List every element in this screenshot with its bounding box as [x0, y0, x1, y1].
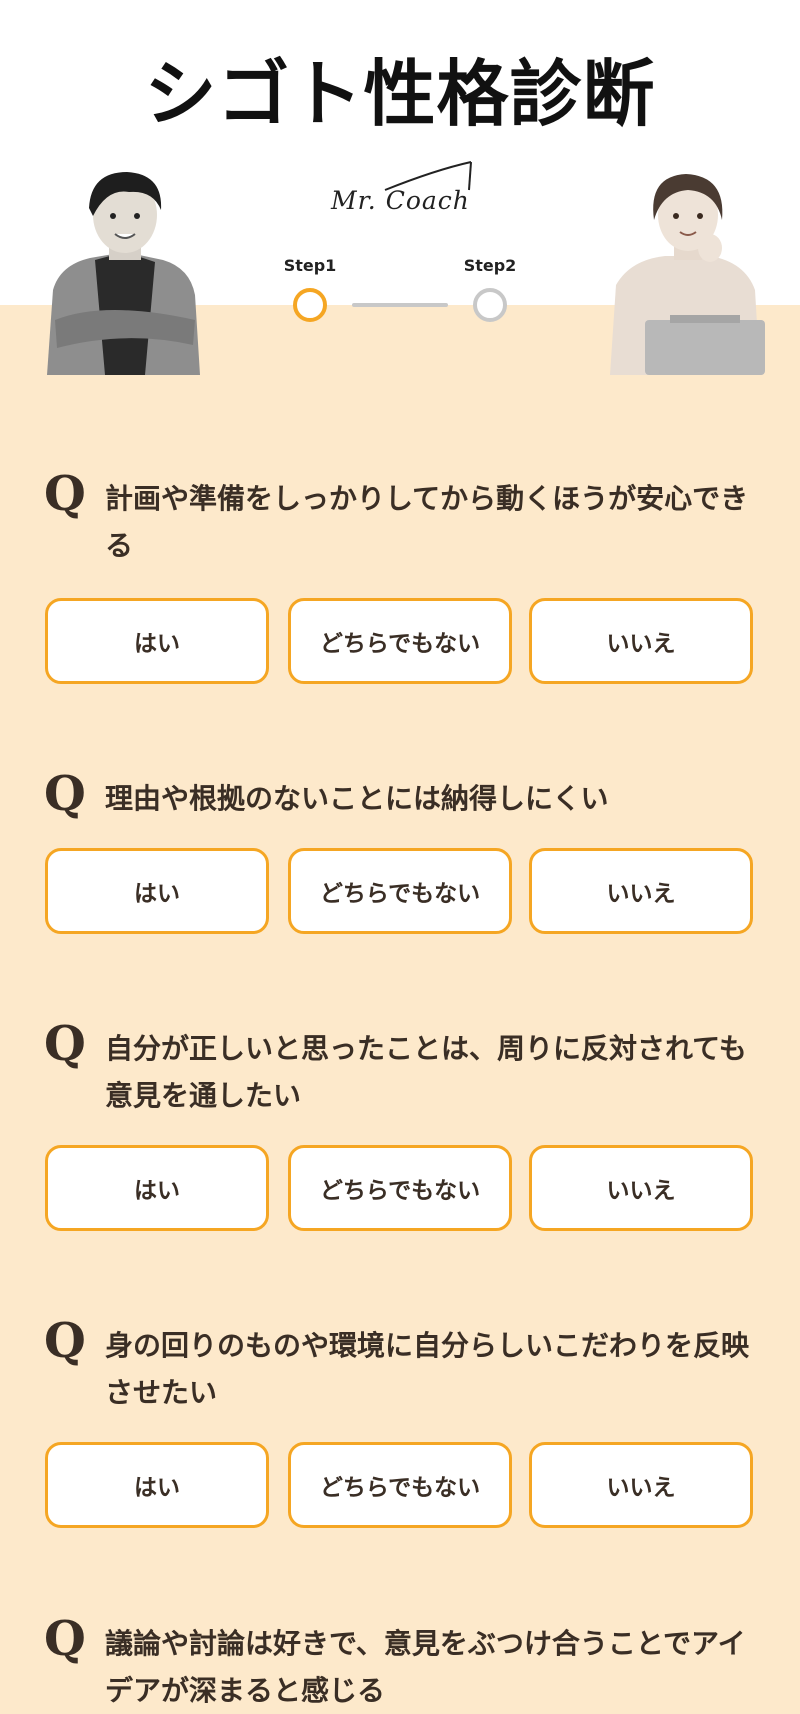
step-2-label: Step2 [463, 256, 517, 275]
answer-no-button[interactable]: いいえ [529, 598, 753, 684]
answer-yes-button[interactable]: はい [45, 1145, 269, 1231]
step-1-indicator [293, 288, 327, 322]
answer-yes-button[interactable]: はい [45, 1442, 269, 1528]
step-connector [352, 303, 448, 307]
answer-neutral-button[interactable]: どちらでもない [288, 1145, 512, 1231]
answer-neutral-button[interactable]: どちらでもない [288, 1442, 512, 1528]
answer-yes-button[interactable]: はい [45, 848, 269, 934]
q-mark: Q [44, 1313, 86, 1369]
answer-no-button[interactable]: いいえ [529, 848, 753, 934]
question-text: 議論や討論は好きで、意見をぶつけ合うことでアイデアが深まると感じる [105, 1627, 746, 1707]
question-4-options: はい どちらでもない いいえ [45, 1442, 755, 1528]
question-1-options: はい どちらでもない いいえ [45, 598, 755, 684]
step-indicator: Step1 Step2 [270, 252, 530, 332]
answer-no-button[interactable]: いいえ [529, 1442, 753, 1528]
q-mark: Q [44, 1611, 86, 1667]
brand-logo: Mr. Coach [325, 160, 475, 220]
brand-name: Mr. Coach [331, 186, 470, 215]
answer-neutral-button[interactable]: どちらでもない [288, 598, 512, 684]
female-client-illustration [610, 174, 765, 375]
page-title: シゴト性格診断 [144, 51, 656, 136]
question-text: 自分が正しいと思ったことは、周りに反対されても意見を通したい [105, 1032, 747, 1112]
q-mark: Q [44, 466, 86, 522]
step-2-indicator [473, 288, 507, 322]
question-text: 身の回りのものや環境に自分らしいこだわりを反映させたい [105, 1329, 750, 1409]
question-3-options: はい どちらでもない いいえ [45, 1145, 755, 1231]
answer-yes-button[interactable]: はい [45, 598, 269, 684]
question-text: 計画や準備をしっかりしてから動くほうが安心できる [105, 482, 749, 562]
question-text: 理由や根拠のないことには納得しにくい [105, 782, 609, 815]
q-mark: Q [44, 1016, 86, 1072]
question-2-options: はい どちらでもない いいえ [45, 848, 755, 934]
q-mark: Q [44, 766, 86, 822]
step-1-label: Step1 [283, 256, 337, 275]
male-coach-illustration [47, 172, 200, 375]
answer-neutral-button[interactable]: どちらでもない [288, 848, 512, 934]
answer-no-button[interactable]: いいえ [529, 1145, 753, 1231]
